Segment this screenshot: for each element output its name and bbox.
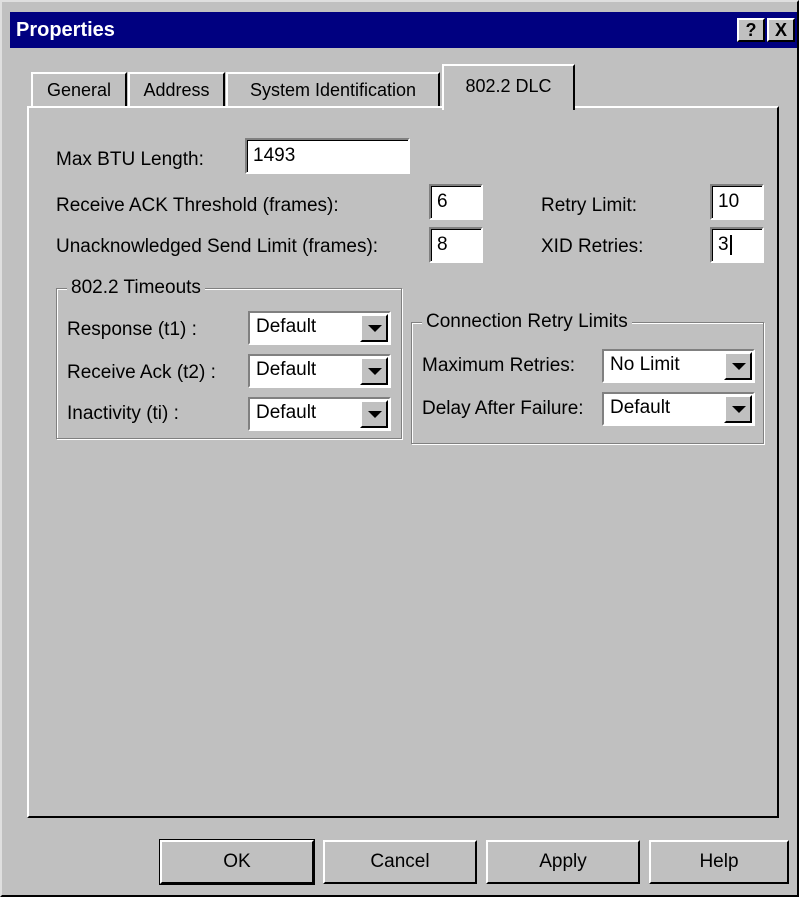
unacknowledged-send-limit-input[interactable]: 8: [429, 227, 483, 263]
chevron-down-icon: [368, 411, 382, 418]
retry-limit-input[interactable]: 10: [710, 184, 764, 220]
max-btu-length-value: 1493: [253, 145, 296, 166]
help-title-button[interactable]: ?: [737, 18, 765, 42]
tab-general[interactable]: General: [31, 72, 127, 108]
window-title: Properties: [16, 19, 115, 41]
response-t1-dropdown-button[interactable]: [360, 314, 388, 342]
receive-ack-t2-label: Receive Ack (t2) :: [67, 362, 216, 383]
response-t1-label: Response (t1) :: [67, 319, 197, 340]
maximum-retries-dropdown-button[interactable]: [724, 352, 752, 380]
xid-retries-input[interactable]: 3: [710, 227, 764, 263]
timeouts-group: 802.2 Timeouts Response (t1) : Default R…: [56, 277, 402, 439]
max-btu-length-label: Max BTU Length:: [56, 149, 204, 170]
tab-system-identification[interactable]: System Identification: [226, 72, 440, 108]
tab-802-2-dlc[interactable]: 802.2 DLC: [442, 64, 575, 110]
help-button[interactable]: Help: [649, 840, 789, 884]
inactivity-ti-value: Default: [256, 402, 317, 423]
delay-after-failure-value: Default: [610, 397, 671, 418]
receive-ack-t2-select[interactable]: Default: [248, 354, 391, 388]
title-bar[interactable]: Properties ? X: [10, 12, 797, 48]
cancel-button[interactable]: Cancel: [323, 840, 477, 884]
inactivity-ti-dropdown-button[interactable]: [360, 400, 388, 428]
connection-retry-limits-group: Connection Retry Limits Maximum Retries:…: [411, 311, 764, 444]
tab-address[interactable]: Address: [128, 72, 225, 108]
chevron-down-icon: [368, 368, 382, 375]
unacknowledged-send-limit-value: 8: [437, 234, 448, 255]
tab-panel-802-2-dlc: Max BTU Length: 1493 Receive ACK Thresho…: [27, 106, 779, 818]
receive-ack-threshold-label: Receive ACK Threshold (frames):: [56, 195, 339, 216]
chevron-down-icon: [732, 406, 746, 413]
receive-ack-t2-value: Default: [256, 359, 317, 380]
maximum-retries-label: Maximum Retries:: [422, 355, 576, 376]
chevron-down-icon: [368, 325, 382, 332]
retry-limit-label: Retry Limit:: [541, 195, 638, 216]
unacknowledged-send-limit-label: Unacknowledged Send Limit (frames):: [56, 236, 379, 257]
timeouts-group-title: 802.2 Timeouts: [67, 277, 205, 299]
connection-retry-limits-title: Connection Retry Limits: [422, 311, 632, 333]
delay-after-failure-dropdown-button[interactable]: [724, 395, 752, 423]
receive-ack-threshold-input[interactable]: 6: [429, 184, 483, 220]
response-t1-select[interactable]: Default: [248, 311, 391, 345]
maximum-retries-value: No Limit: [610, 354, 680, 375]
text-caret: [729, 234, 732, 255]
chevron-down-icon: [732, 363, 746, 370]
receive-ack-t2-dropdown-button[interactable]: [360, 357, 388, 385]
inactivity-ti-select[interactable]: Default: [248, 397, 391, 431]
delay-after-failure-label: Delay After Failure:: [422, 398, 584, 419]
inactivity-ti-label: Inactivity (ti) :: [67, 403, 179, 424]
max-btu-length-input[interactable]: 1493: [245, 138, 410, 174]
xid-retries-value: 3: [718, 234, 729, 255]
properties-dialog: Properties ? X General Address System Id…: [0, 0, 799, 897]
ok-button[interactable]: OK: [159, 839, 315, 885]
delay-after-failure-select[interactable]: Default: [602, 392, 755, 426]
maximum-retries-select[interactable]: No Limit: [602, 349, 755, 383]
retry-limit-value: 10: [718, 191, 740, 212]
apply-button[interactable]: Apply: [486, 840, 640, 884]
response-t1-value: Default: [256, 316, 317, 337]
xid-retries-label: XID Retries:: [541, 236, 644, 257]
receive-ack-threshold-value: 6: [437, 191, 448, 212]
close-button[interactable]: X: [767, 18, 795, 42]
